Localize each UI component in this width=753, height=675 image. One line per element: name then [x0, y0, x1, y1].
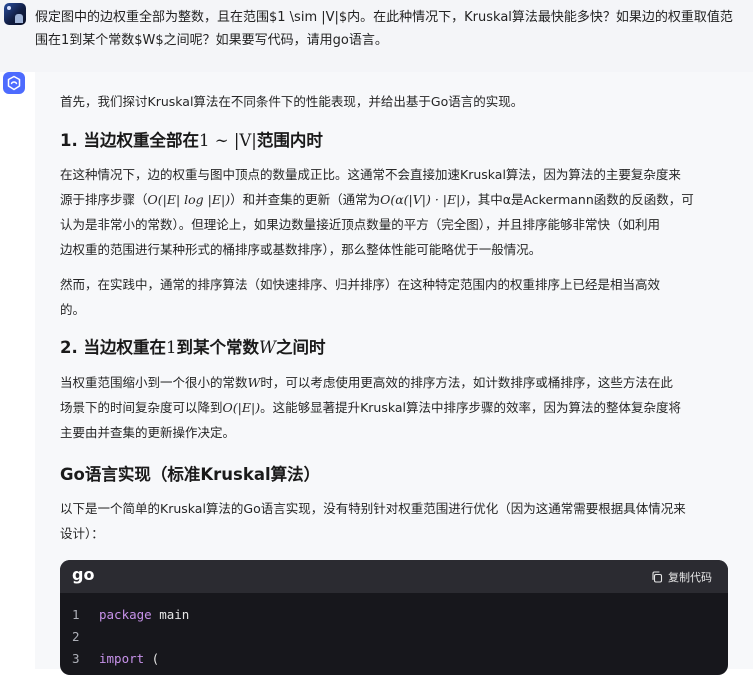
assistant-avatar	[3, 72, 25, 94]
user-message-line: 围在1到某个常数$W$之间呢？如果要写代码，请用go语言。	[35, 33, 388, 48]
paragraph-go-intro: 以下是一个简单的Kruskal算法的Go语言实现，没有特别针对权重范围进行优化（…	[60, 501, 686, 541]
heading-go-implementation: Go语言实现（标准Kruskal算法）	[60, 465, 321, 484]
user-message-line: 假定图中的边权重全部为整数，且在范围$1 \sim |V|$内。在此种情况下，K…	[35, 10, 733, 25]
code-line: import (	[99, 651, 160, 666]
line-number: 2	[72, 629, 80, 644]
copy-icon	[652, 571, 663, 583]
code-block: go 复制代码 1 package main 2 3 import (	[60, 560, 728, 675]
code-block-header: go 复制代码	[60, 560, 728, 593]
heading-weights-range-v: 1. 当边权重全部在1 ∼ |V|范围内时	[60, 131, 323, 150]
user-message-text: 假定图中的边权重全部为整数，且在范围$1 \sim |V|$内。在此种情况下，K…	[35, 6, 747, 52]
user-avatar	[4, 3, 26, 25]
intro-paragraph: 首先，我们探讨Kruskal算法在不同条件下的性能表现，并给出基于Go语言的实现…	[60, 94, 524, 109]
copy-code-label: 复制代码	[668, 571, 712, 584]
heading-weights-constant-w: 2. 当边权重在1到某个常数W之间时	[60, 338, 326, 357]
code-language-label: go	[72, 565, 95, 584]
assistant-response: 首先，我们探讨Kruskal算法在不同条件下的性能表现，并给出基于Go语言的实现…	[35, 72, 753, 675]
paragraph-constant-w: 当权重范围缩小到一个很小的常数W时，可以考虑使用更高效的排序方法，如计数排序或桶…	[60, 375, 682, 440]
copy-code-button[interactable]: 复制代码	[651, 569, 712, 585]
line-number: 3	[72, 651, 80, 666]
deepseek-whale-icon	[7, 75, 21, 91]
line-number: 1	[72, 607, 80, 622]
paragraph-range-v: 在这种情况下，边的权重与图中顶点的数量成正比。这通常不会直接加速Kruskal算…	[60, 167, 694, 257]
code-line: package main	[99, 607, 190, 622]
user-message: 假定图中的边权重全部为整数，且在范围$1 \sim |V|$内。在此种情况下，K…	[0, 0, 753, 72]
paragraph-practice: 然而，在实践中，通常的排序算法（如快速排序、归并排序）在这种特定范围内的权重排序…	[60, 277, 661, 317]
